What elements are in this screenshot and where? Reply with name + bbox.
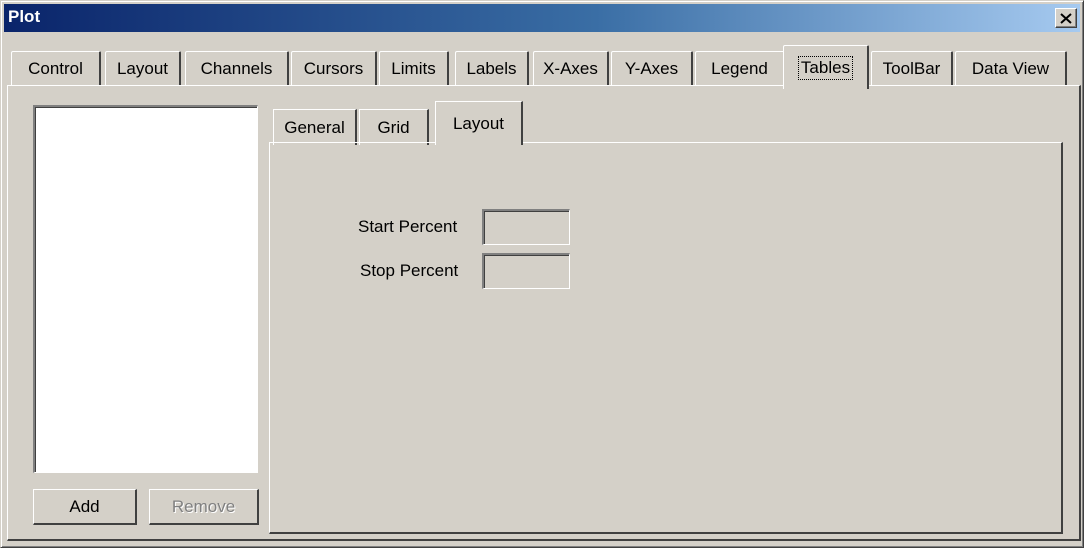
start-percent-field[interactable] (482, 209, 570, 245)
tab-label: General (284, 117, 345, 137)
tab-label: Labels (466, 58, 517, 78)
tab-label: Layout (116, 58, 169, 78)
tab-label: Channels (200, 58, 273, 78)
tab-label: Tables (797, 55, 854, 80)
title-bar[interactable]: Plot (4, 4, 1080, 32)
tab-labels[interactable]: Labels (455, 51, 529, 85)
tab-label: Data View (971, 58, 1050, 78)
tab-label: Legend (711, 58, 768, 78)
tables-listbox[interactable] (33, 105, 258, 473)
tab-label: Grid (377, 117, 410, 137)
tab-grid[interactable]: Grid (359, 109, 429, 145)
tab-label: ToolBar (882, 58, 941, 78)
tab-control[interactable]: Control (11, 51, 101, 85)
main-tab-strip: Control Layout Channels Cursors Limits L… (7, 37, 1081, 89)
tab-toolbar[interactable]: ToolBar (871, 51, 953, 85)
tab-layout-inner[interactable]: Layout (435, 101, 523, 145)
tab-general[interactable]: General (273, 109, 357, 145)
add-button-label: Add (69, 496, 100, 516)
tab-data-view[interactable]: Data View (955, 51, 1067, 85)
tab-x-axes[interactable]: X-Axes (533, 51, 609, 85)
tab-label: Cursors (303, 58, 364, 78)
tab-layout[interactable]: Layout (105, 51, 181, 85)
tab-legend[interactable]: Legend (695, 51, 785, 85)
layout-inner-panel: Start Percent Stop Percent (269, 142, 1063, 534)
remove-button-label: Remove (171, 496, 236, 516)
tab-tables[interactable]: Tables (783, 45, 869, 89)
tab-label: Control (28, 58, 83, 78)
tab-label: X-Axes (543, 58, 598, 78)
tab-channels[interactable]: Channels (185, 51, 289, 85)
start-percent-label: Start Percent (358, 217, 458, 236)
remove-button[interactable]: Remove (149, 489, 259, 525)
tab-limits[interactable]: Limits (379, 51, 449, 85)
tab-label: Layout (452, 113, 505, 133)
close-button[interactable] (1055, 8, 1077, 28)
tab-cursors[interactable]: Cursors (291, 51, 377, 85)
window-title: Plot (8, 7, 41, 26)
tab-y-axes[interactable]: Y-Axes (611, 51, 693, 85)
add-button[interactable]: Add (33, 489, 137, 525)
plot-dialog: Plot Control Layout Channels Cursors Lim… (0, 0, 1084, 548)
stop-percent-field[interactable] (482, 253, 570, 289)
tab-label: Limits (391, 58, 436, 78)
inner-tab-strip: General Grid Layout (269, 101, 1069, 145)
close-icon (1060, 12, 1072, 24)
stop-percent-label: Stop Percent (360, 261, 459, 280)
tab-label: Y-Axes (624, 58, 679, 78)
